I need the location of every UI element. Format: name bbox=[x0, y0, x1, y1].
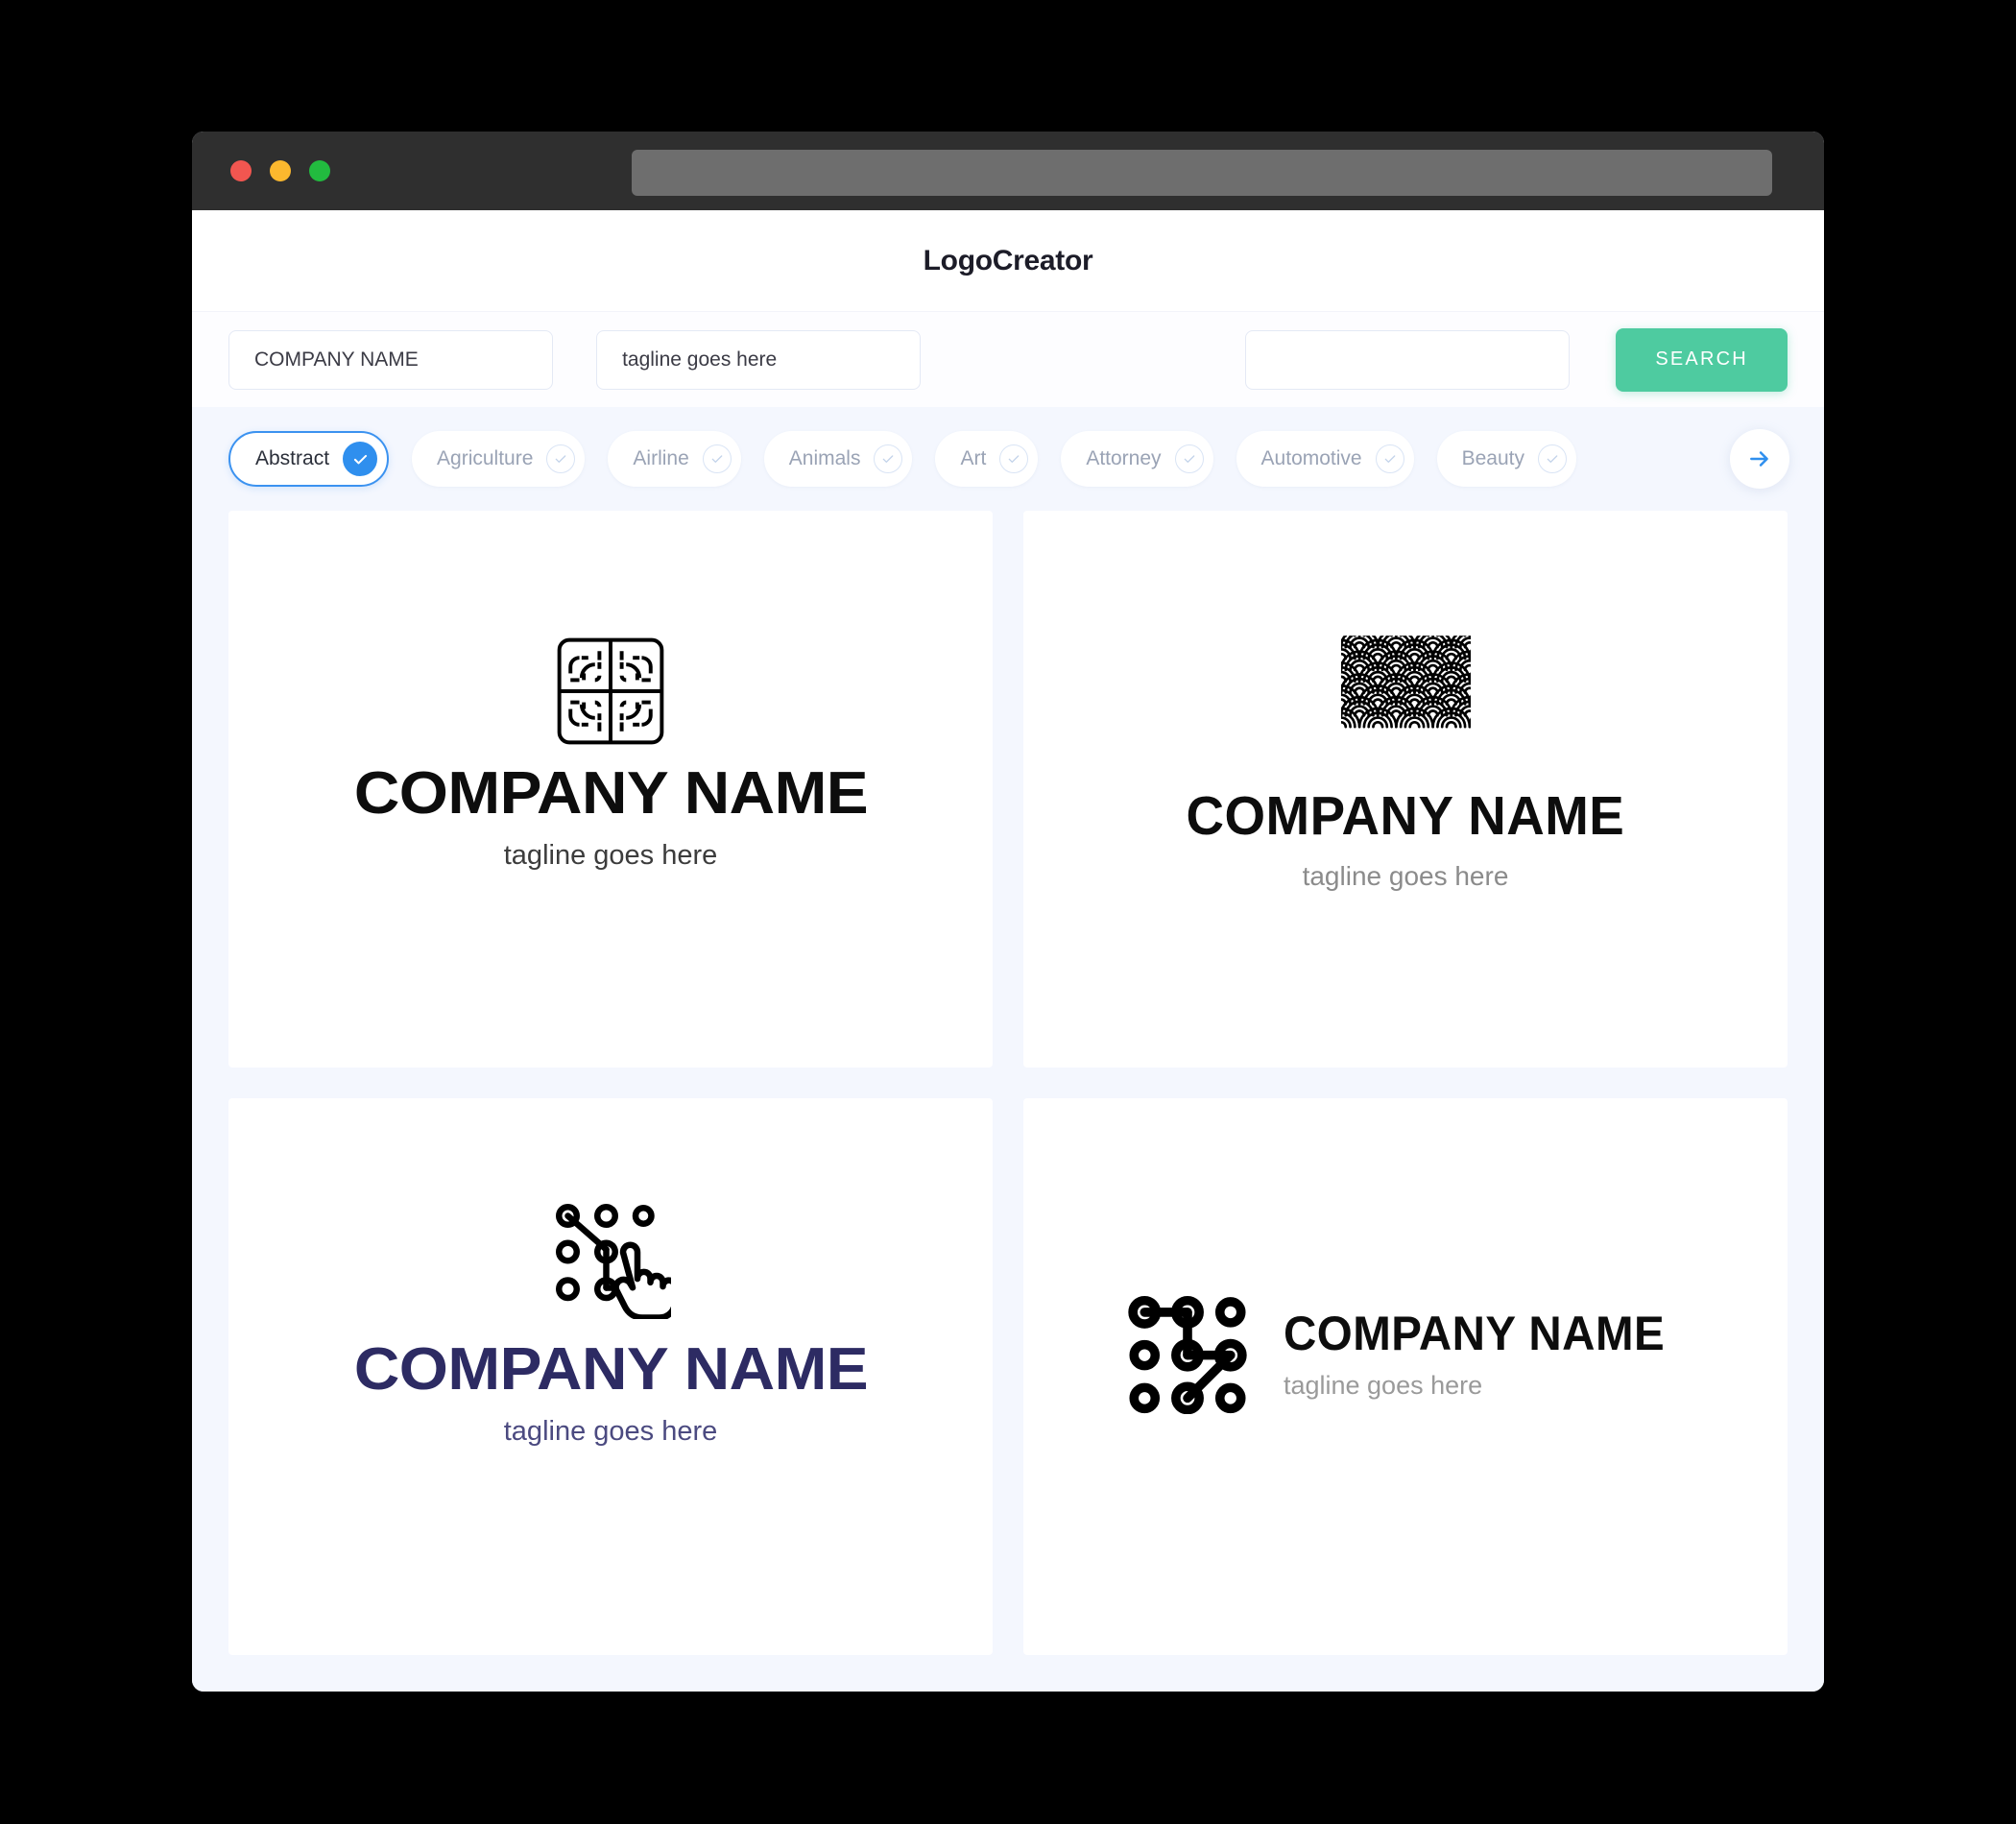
check-icon bbox=[1538, 444, 1567, 473]
logo-tagline: tagline goes here bbox=[1283, 1370, 1483, 1400]
category-pill-beauty[interactable]: Beauty bbox=[1436, 431, 1576, 487]
logo-company-name: COMPANY NAME bbox=[353, 760, 868, 827]
logo-card[interactable]: COMPANY NAME tagline goes here bbox=[1023, 1098, 1788, 1655]
maze-square-icon bbox=[557, 637, 664, 745]
check-icon bbox=[874, 444, 903, 473]
unlock-pattern-icon bbox=[1128, 1295, 1247, 1414]
dot-grid-cursor-icon bbox=[555, 1203, 671, 1319]
categories-next-button[interactable] bbox=[1730, 429, 1789, 489]
category-pill-label: Beauty bbox=[1461, 447, 1524, 469]
category-pill-abstract[interactable]: Abstract bbox=[228, 431, 390, 487]
browser-titlebar bbox=[192, 132, 1824, 210]
company-name-input[interactable]: COMPANY NAME bbox=[228, 329, 554, 390]
search-toolbar: COMPANY NAME tagline goes here SEARCH bbox=[192, 311, 1824, 407]
keyword-input[interactable] bbox=[1245, 329, 1571, 390]
check-icon bbox=[343, 442, 378, 476]
search-button[interactable]: SEARCH bbox=[1616, 327, 1788, 392]
check-icon bbox=[999, 444, 1029, 473]
category-filter-bar: Abstract Agriculture Airline Animals Art Atto… bbox=[192, 407, 1824, 511]
check-icon bbox=[1174, 444, 1204, 473]
screen: LogoCreator COMPANY NAME tagline goes he… bbox=[0, 0, 2016, 1824]
arrow-right-icon bbox=[1750, 451, 1768, 467]
maximize-window-button[interactable] bbox=[309, 160, 330, 181]
logo-results-grid: COMPANY NAME tagline goes here COMPANY N… bbox=[192, 511, 1824, 1692]
logo-card[interactable]: COMPANY NAME tagline goes here bbox=[1023, 511, 1788, 1068]
logo-tagline: tagline goes here bbox=[503, 1416, 718, 1447]
window-controls bbox=[230, 160, 330, 181]
check-icon bbox=[546, 444, 576, 473]
logo-company-name: COMPANY NAME bbox=[353, 1336, 868, 1403]
page-title: LogoCreator bbox=[923, 244, 1093, 276]
minimize-window-button[interactable] bbox=[270, 160, 291, 181]
category-pill-animals[interactable]: Animals bbox=[763, 431, 913, 487]
category-pill-agriculture[interactable]: Agriculture bbox=[412, 431, 586, 487]
category-pill-label: Automotive bbox=[1260, 447, 1362, 469]
category-pill-label: Agriculture bbox=[437, 447, 534, 469]
category-pill-airline[interactable]: Airline bbox=[608, 431, 741, 487]
seigaiha-wave-icon bbox=[1340, 636, 1471, 729]
category-pill-label: Airline bbox=[633, 447, 689, 469]
app-header: LogoCreator bbox=[192, 210, 1824, 311]
logo-tagline: tagline goes here bbox=[503, 840, 718, 871]
logo-card[interactable]: COMPANY NAME tagline goes here bbox=[228, 1098, 993, 1655]
logo-tagline: tagline goes here bbox=[1302, 861, 1509, 891]
browser-window: LogoCreator COMPANY NAME tagline goes he… bbox=[192, 132, 1824, 1692]
logo-card[interactable]: COMPANY NAME tagline goes here bbox=[228, 511, 993, 1068]
category-pill-attorney[interactable]: Attorney bbox=[1061, 431, 1213, 487]
address-bar[interactable] bbox=[632, 150, 1772, 196]
category-pill-label: Animals bbox=[788, 447, 861, 469]
tagline-input[interactable]: tagline goes here bbox=[596, 329, 922, 390]
category-pill-label: Abstract bbox=[255, 447, 330, 469]
category-pill-label: Art bbox=[960, 447, 987, 469]
check-icon bbox=[702, 444, 732, 473]
category-pill-automotive[interactable]: Automotive bbox=[1236, 431, 1414, 487]
logo-company-name: COMPANY NAME bbox=[1186, 785, 1625, 847]
logo-company-name: COMPANY NAME bbox=[1283, 1306, 1666, 1360]
check-icon bbox=[1375, 444, 1404, 473]
close-window-button[interactable] bbox=[230, 160, 252, 181]
category-pill-label: Attorney bbox=[1086, 447, 1162, 469]
category-pill-art[interactable]: Art bbox=[935, 431, 1039, 487]
